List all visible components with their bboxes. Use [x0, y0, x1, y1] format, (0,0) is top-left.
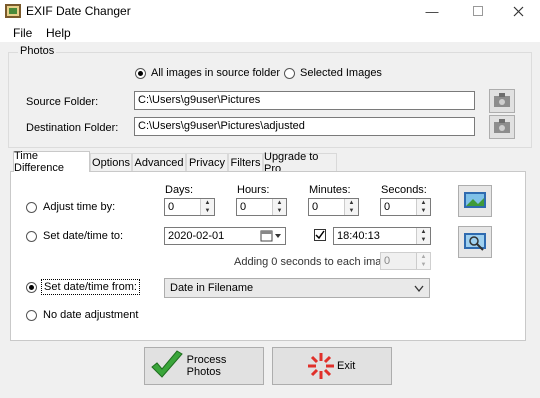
destination-folder-input[interactable]: C:\Users\g9user\Pictures\adjusted: [134, 117, 475, 136]
tab-time-difference[interactable]: Time Difference: [13, 150, 90, 174]
adding-seconds-text: Adding 0 seconds to each image: [234, 256, 394, 268]
minutes-label: Minutes:: [309, 184, 351, 196]
close-icon[interactable]: [496, 0, 540, 22]
menu-help[interactable]: Help: [46, 26, 71, 40]
seconds-label: Seconds:: [381, 184, 427, 196]
days-stepper[interactable]: 0 ▲ ▼: [164, 198, 215, 216]
destination-browse-button[interactable]: [489, 115, 515, 139]
minutes-value: 0: [312, 201, 319, 213]
no-adjustment-label: No date adjustment: [43, 309, 139, 321]
magnify-screen-icon: [464, 233, 486, 251]
spin-arrows-icon[interactable]: ▲ ▼: [272, 199, 286, 215]
tab-filters[interactable]: Filters: [228, 153, 263, 171]
spin-arrows-icon[interactable]: ▲ ▼: [200, 199, 214, 215]
time-checkbox[interactable]: [314, 229, 326, 241]
process-photos-label: Process Photos: [186, 354, 227, 378]
destination-folder-label: Destination Folder:: [26, 122, 119, 134]
folder-camera-icon: [494, 93, 510, 107]
days-value: 0: [168, 201, 175, 213]
seconds-value: 0: [384, 201, 391, 213]
chevron-down-icon: [414, 285, 424, 293]
menu-bar: [0, 22, 540, 42]
time-value: 18:40:13: [337, 230, 380, 242]
calendar-dropdown-icon[interactable]: [260, 229, 282, 243]
process-photos-button[interactable]: Process Photos: [144, 347, 264, 385]
hours-value: 0: [240, 201, 247, 213]
folder-camera-icon: [494, 119, 510, 133]
photos-legend: Photos: [18, 45, 57, 57]
tab-advanced[interactable]: Advanced: [132, 153, 186, 171]
adjust-time-radio[interactable]: [26, 202, 37, 213]
seconds-stepper[interactable]: 0 ▲ ▼: [380, 198, 431, 216]
no-adjustment-radio[interactable]: [26, 310, 37, 321]
exit-starburst-icon: [308, 353, 334, 379]
tab-privacy[interactable]: Privacy: [186, 153, 228, 171]
exit-label: Exit: [337, 360, 356, 372]
set-datetime-radio[interactable]: [26, 231, 37, 242]
tab-upgrade-to-pro[interactable]: Upgrade to Pro: [263, 151, 337, 175]
spin-arrows-icon[interactable]: ▲ ▼: [416, 199, 430, 215]
set-from-label: Set date/time from:: [41, 279, 140, 295]
date-value: 2020-02-01: [168, 230, 225, 242]
spin-arrows-icon[interactable]: ▲ ▼: [416, 228, 430, 244]
image-screen-icon: [464, 192, 486, 208]
exit-button[interactable]: Exit: [272, 347, 392, 385]
days-label: Days:: [165, 184, 194, 196]
source-browse-button[interactable]: [489, 89, 515, 113]
magnify-image-button[interactable]: [458, 226, 492, 258]
date-source-select[interactable]: Date in Filename: [164, 278, 430, 298]
adding-seconds-stepper: 0 ▲ ▼: [380, 252, 431, 270]
adding-seconds-value: 0: [384, 255, 391, 267]
adjust-time-label: Adjust time by:: [43, 201, 116, 213]
menu-file[interactable]: File: [13, 26, 32, 40]
tab-options[interactable]: Options: [90, 153, 132, 171]
spin-arrows-icon: ▲ ▼: [416, 253, 430, 269]
date-source-value: Date in Filename: [170, 282, 254, 294]
minutes-stepper[interactable]: 0 ▲ ▼: [308, 198, 359, 216]
source-folder-input[interactable]: C:\Users\g9user\Pictures: [134, 91, 475, 110]
hours-label: Hours:: [237, 184, 270, 196]
set-from-radio[interactable]: [26, 282, 37, 293]
app-icon: [5, 4, 21, 18]
screen-image-button[interactable]: [458, 185, 492, 217]
minimize-icon[interactable]: —: [410, 0, 454, 22]
spin-arrows-icon[interactable]: ▲ ▼: [344, 199, 358, 215]
set-datetime-label: Set date/time to:: [43, 230, 124, 242]
window-title: EXIF Date Changer: [26, 4, 131, 18]
selected-images-label: Selected Images: [300, 67, 382, 79]
maximize-icon[interactable]: [456, 0, 500, 22]
check-icon: [315, 230, 325, 240]
hours-stepper[interactable]: 0 ▲ ▼: [236, 198, 287, 216]
all-images-label: All images in source folder: [151, 67, 281, 79]
checkmark-icon: [151, 350, 183, 378]
all-images-radio[interactable]: [135, 68, 146, 79]
selected-images-radio[interactable]: [284, 68, 295, 79]
source-folder-label: Source Folder:: [26, 96, 99, 108]
time-stepper[interactable]: 18:40:13 ▲ ▼: [333, 227, 431, 245]
